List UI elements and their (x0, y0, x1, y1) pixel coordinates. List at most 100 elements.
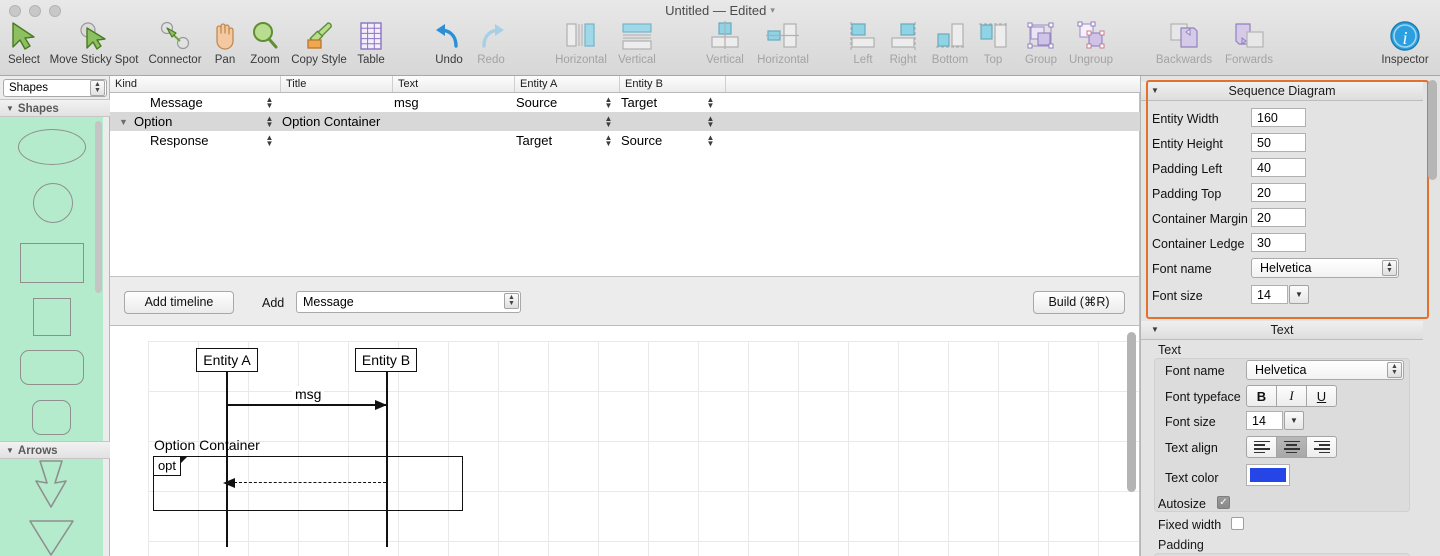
toolbar-button-copy-style[interactable]: Copy Style (288, 18, 350, 67)
shape-rounded-rectangle[interactable] (20, 350, 84, 385)
cell-entity-b: Source (621, 133, 663, 148)
field-input-container-margin[interactable]: 20 (1251, 208, 1306, 227)
text-field-label-font-typeface: Font typeface (1165, 390, 1241, 404)
canvas-vertical-scrollbar[interactable] (1127, 332, 1136, 492)
chevron-down-icon[interactable]: ▾ (770, 5, 775, 15)
table-row[interactable]: Message ▲ ▼ msg Source ▲ ▼ Target ▲ ▼ (110, 93, 1140, 112)
text-subgroup-box (1154, 358, 1410, 512)
toolbar-button-table[interactable]: Table (350, 18, 392, 67)
stepper-icon[interactable]: ▲ ▼ (604, 134, 613, 148)
disclosure-triangle-icon[interactable]: ▼ (119, 117, 128, 127)
table-row[interactable]: ▼ Option ▲ ▼ Option Container ▲ ▼ ▲ ▼ (110, 112, 1140, 131)
align-left-icon (847, 18, 879, 54)
toolbar-button-move-sticky-spot[interactable]: Move Sticky Spot (46, 18, 142, 67)
toolbar-label: Undo (435, 54, 463, 66)
toolbar-button-undo[interactable]: Undo (428, 18, 470, 67)
stepper-icon[interactable]: ▲ ▼ (604, 115, 613, 129)
toolbar-label: Move Sticky Spot (49, 54, 139, 66)
inspector-section-header-sequence-diagram[interactable]: ▼ Sequence Diagram (1141, 82, 1423, 101)
toolbar-label: Bottom (931, 54, 969, 66)
disclosure-triangle-icon[interactable]: ▼ (6, 446, 14, 455)
cell-kind: Response (150, 133, 209, 148)
column-header-entity-b[interactable]: Entity B (619, 76, 725, 92)
align-center-button[interactable] (1276, 436, 1307, 458)
align-right-button[interactable] (1306, 436, 1337, 458)
entity-box-a[interactable]: Entity A (196, 348, 258, 372)
disclosure-triangle-icon[interactable]: ▼ (6, 104, 14, 113)
message-line-response[interactable] (234, 482, 386, 483)
palette-arrows-body (0, 459, 103, 556)
disclosure-triangle-icon[interactable]: ▼ (1151, 321, 1159, 339)
stepper-icon[interactable]: ▲ ▼ (706, 115, 715, 129)
toolbar-label: Forwards (1225, 54, 1273, 66)
stepper-icon[interactable]: ▲ ▼ (504, 293, 519, 309)
stepper-icon[interactable]: ▲ ▼ (265, 115, 274, 129)
palette-group-arrows[interactable]: ▼ Arrows (0, 441, 110, 459)
build-button[interactable]: Build (⌘R) (1033, 291, 1125, 314)
shape-down-triangle-arrow[interactable] (29, 520, 74, 556)
shape-ellipse[interactable] (18, 129, 86, 165)
align-left-button[interactable] (1246, 436, 1277, 458)
toolbar-button-connector[interactable]: Connector (142, 18, 208, 67)
column-header-title[interactable]: Title (280, 76, 392, 92)
container-frame[interactable] (153, 456, 463, 511)
shape-down-arrow-concave[interactable] (35, 460, 67, 508)
toolbar-label: Pan (214, 54, 236, 66)
text-color-swatch[interactable] (1246, 464, 1290, 486)
text-field-input-font-size[interactable]: 14 (1246, 411, 1283, 430)
toolbar-button-inspector[interactable]: i Inspector (1375, 18, 1435, 67)
field-input-padding-left[interactable]: 40 (1251, 158, 1306, 177)
fixed-width-checkbox[interactable] (1231, 517, 1244, 530)
text-field-label-font-name: Font name (1165, 364, 1225, 378)
field-input-entity-height[interactable]: 50 (1251, 133, 1306, 152)
add-kind-select[interactable]: Message ▲ ▼ (296, 291, 521, 313)
typeface-underline-button[interactable]: U (1306, 385, 1337, 407)
typeface-italic-button[interactable]: I (1276, 385, 1307, 407)
entity-box-b[interactable]: Entity B (355, 348, 417, 372)
toolbar-button-pan[interactable]: Pan (208, 18, 242, 67)
toolbar-button-select[interactable]: Select (2, 18, 46, 67)
shape-circle[interactable] (33, 183, 73, 223)
sequence-items-table: Kind Title Text Entity A Entity B Messag… (110, 76, 1140, 276)
arrow-cursor-icon (9, 18, 39, 54)
stepper-icon[interactable]: ▲ ▼ (1382, 260, 1397, 276)
stepper-icon[interactable]: ▲ ▼ (265, 96, 274, 110)
column-header-text[interactable]: Text (392, 76, 514, 92)
redo-arrow-icon (476, 18, 506, 54)
column-header-kind[interactable]: Kind (110, 76, 280, 92)
palette-group-shapes[interactable]: ▼ Shapes (0, 99, 110, 117)
autosize-checkbox[interactable]: ✓ (1217, 496, 1230, 509)
stepper-icon[interactable]: ▲ ▼ (706, 96, 715, 110)
inspector-section-header-text[interactable]: ▼ Text (1141, 321, 1423, 340)
diagram-canvas[interactable]: Entity A Entity B msg Option Container o… (110, 326, 1140, 556)
font-size-dropdown-button[interactable]: ▼ (1289, 285, 1309, 304)
shape-rounded-square[interactable] (32, 400, 71, 435)
stepper-icon[interactable]: ▲ ▼ (706, 134, 715, 148)
field-input-entity-width[interactable]: 160 (1251, 108, 1306, 127)
font-name-value: Helvetica (1255, 363, 1307, 377)
toolbar-button-zoom[interactable]: Zoom (242, 18, 288, 67)
undo-arrow-icon (434, 18, 464, 54)
shape-rectangle[interactable] (20, 243, 84, 283)
stepper-icon[interactable]: ▲ ▼ (90, 80, 105, 96)
field-input-padding-top[interactable]: 20 (1251, 183, 1306, 202)
palette-scrollbar[interactable] (95, 121, 102, 293)
shape-library-select[interactable]: Shapes ▲ ▼ (3, 79, 107, 97)
typeface-bold-button[interactable]: B (1246, 385, 1277, 407)
message-line-msg[interactable] (227, 404, 387, 406)
text-field-select-font-name[interactable]: Helvetica ▲ ▼ (1246, 360, 1404, 380)
stepper-icon[interactable]: ▲ ▼ (265, 134, 274, 148)
inspector-vertical-scrollbar[interactable] (1428, 80, 1437, 180)
disclosure-triangle-icon[interactable]: ▼ (1151, 82, 1159, 100)
field-select-font-name[interactable]: Helvetica ▲ ▼ (1251, 258, 1399, 278)
field-input-font-size[interactable]: 14 (1251, 285, 1288, 304)
stepper-icon[interactable]: ▲ ▼ (1387, 362, 1402, 378)
add-timeline-button[interactable]: Add timeline (124, 291, 234, 314)
stepper-icon[interactable]: ▲ ▼ (604, 96, 613, 110)
table-body: Message ▲ ▼ msg Source ▲ ▼ Target ▲ ▼ ▼ Opt… (110, 93, 1140, 150)
column-header-entity-a[interactable]: Entity A (514, 76, 619, 92)
shape-square[interactable] (33, 298, 71, 336)
field-input-container-ledge[interactable]: 30 (1251, 233, 1306, 252)
text-font-size-dropdown-button[interactable]: ▼ (1284, 411, 1304, 430)
table-row[interactable]: Response ▲ ▼ Target ▲ ▼ Source ▲ ▼ (110, 131, 1140, 150)
